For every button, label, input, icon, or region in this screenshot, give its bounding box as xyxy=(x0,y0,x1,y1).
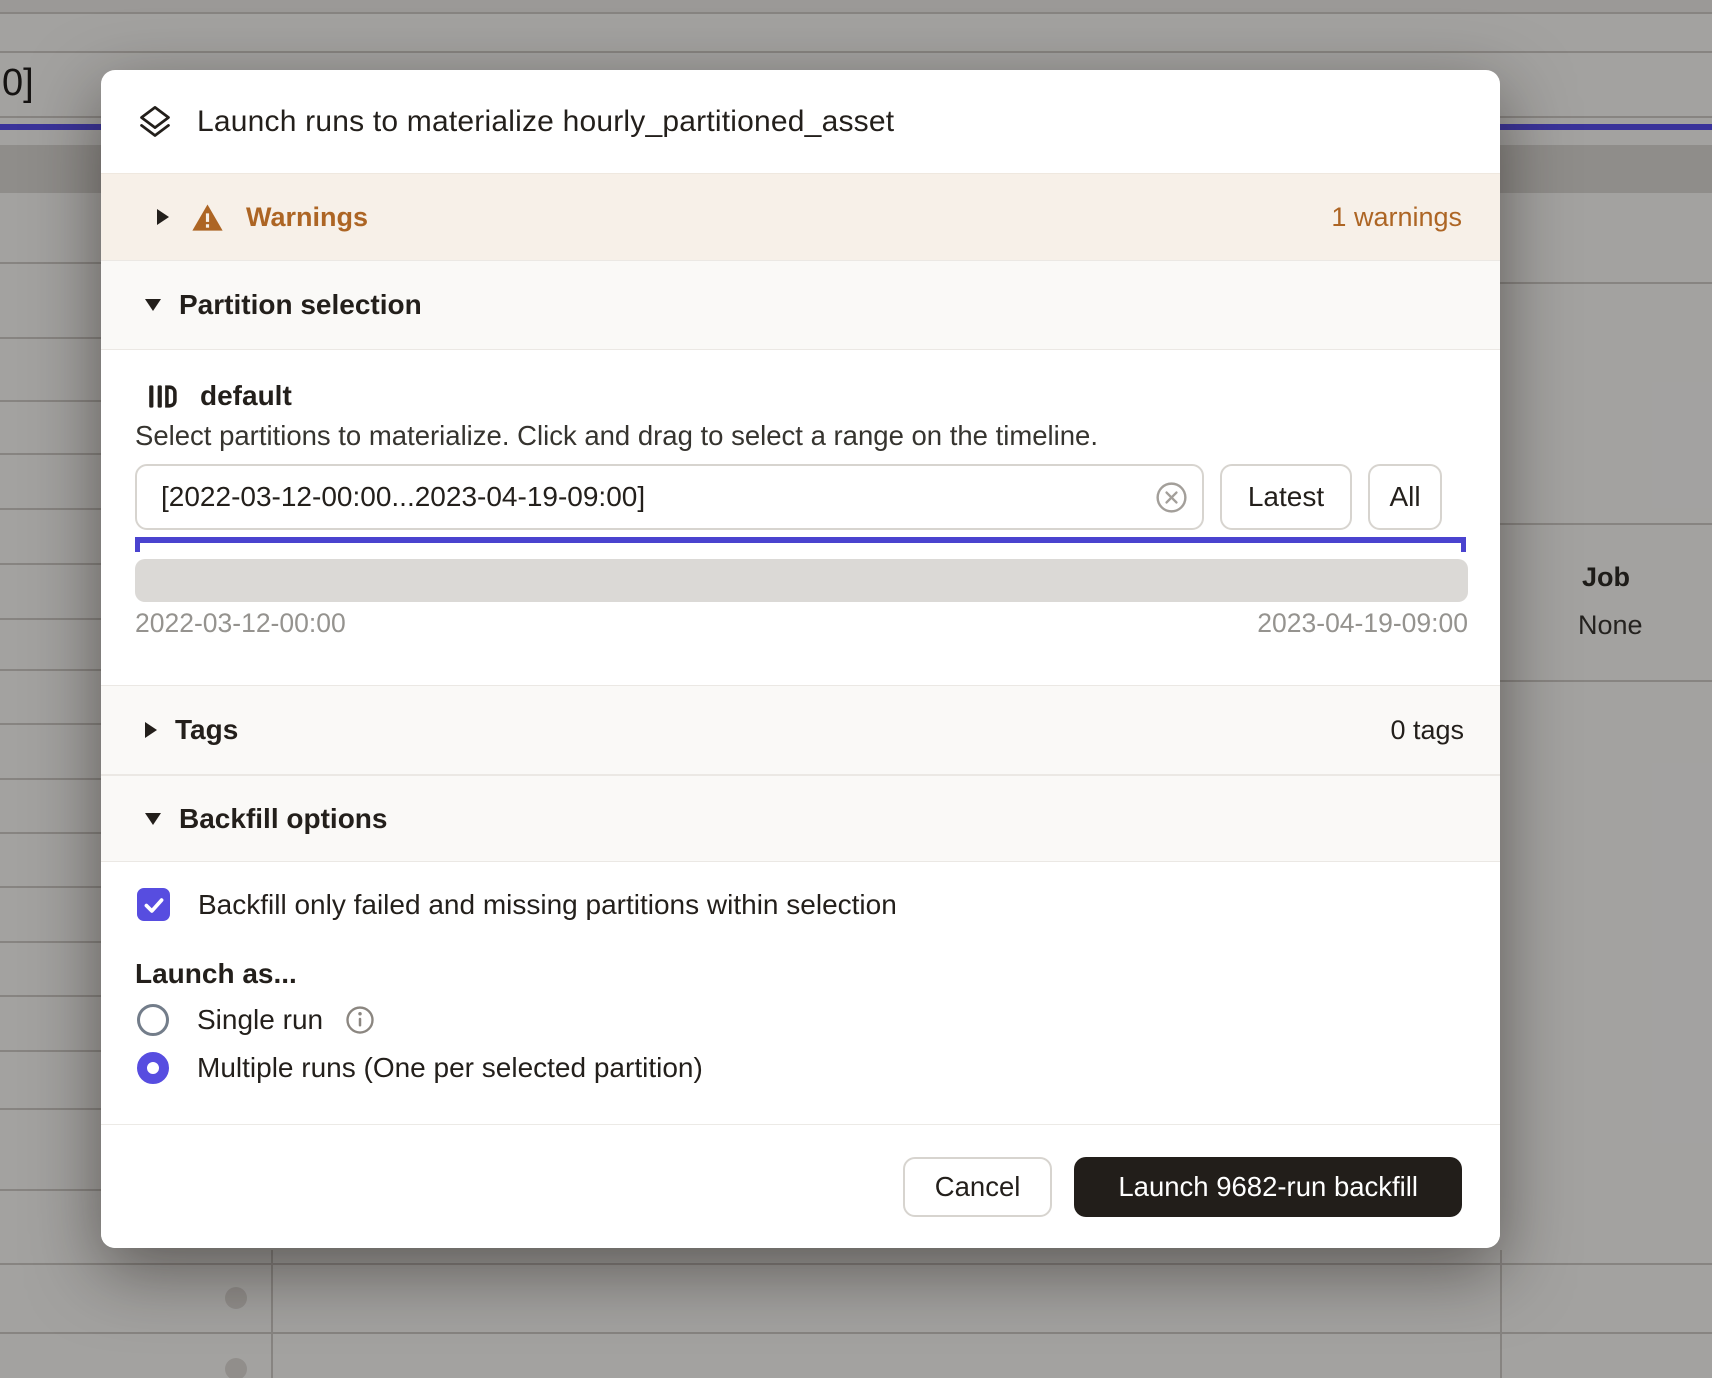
partition-input-wrap xyxy=(135,464,1204,530)
caret-down-icon xyxy=(145,299,161,311)
clear-input-icon[interactable] xyxy=(1155,481,1188,514)
dialog-titlebar: Launch runs to materialize hourly_partit… xyxy=(101,70,1500,173)
latest-button[interactable]: Latest xyxy=(1220,464,1352,530)
circle-info-icon[interactable] xyxy=(345,1005,375,1035)
partition-input-row: Latest All xyxy=(135,464,1442,530)
partition-section-body: default Select partitions to materialize… xyxy=(101,350,1500,685)
multiple-runs-radio[interactable] xyxy=(137,1052,169,1084)
partition-section-label: Partition selection xyxy=(179,289,422,321)
dialog-footer: Cancel Launch 9682-run backfill xyxy=(101,1124,1500,1248)
backfill-only-failed-checkbox[interactable] xyxy=(137,888,170,921)
single-run-label: Single run xyxy=(197,1004,323,1036)
single-run-radio[interactable] xyxy=(137,1004,169,1036)
warnings-label: Warnings xyxy=(246,202,368,233)
timeline-labels: 2022-03-12-00:00 2023-04-19-09:00 xyxy=(135,608,1468,639)
dimension-name: default xyxy=(200,380,292,412)
all-button[interactable]: All xyxy=(1368,464,1442,530)
multiple-runs-option-row: Multiple runs (One per selected partitio… xyxy=(137,1052,703,1084)
timeline-selection-bracket[interactable] xyxy=(135,537,1466,552)
launch-as-label: Launch as... xyxy=(135,958,297,990)
warnings-section-header[interactable]: Warnings 1 warnings xyxy=(101,173,1500,260)
range-start-label: 2022-03-12-00:00 xyxy=(135,608,346,639)
backfill-section-header[interactable]: Backfill options xyxy=(101,775,1500,862)
launch-backfill-dialog: Launch runs to materialize hourly_partit… xyxy=(101,70,1500,1248)
single-run-option-row: Single run xyxy=(137,1004,375,1036)
cancel-button[interactable]: Cancel xyxy=(903,1157,1053,1217)
backfill-section-body: Backfill only failed and missing partiti… xyxy=(101,862,1500,1124)
partition-range-input[interactable] xyxy=(135,464,1204,530)
screen: 0] Job None xyxy=(0,0,1712,1378)
dimension-row: default xyxy=(147,380,292,412)
multiple-runs-label: Multiple runs (One per selected partitio… xyxy=(197,1052,703,1084)
tags-count: 0 tags xyxy=(1390,715,1464,746)
backfill-section-label: Backfill options xyxy=(179,803,387,835)
partition-description: Select partitions to materialize. Click … xyxy=(135,420,1098,452)
materialize-layers-icon xyxy=(137,104,173,140)
dialog-title: Launch runs to materialize hourly_partit… xyxy=(197,105,894,139)
warning-triangle-icon xyxy=(191,202,224,233)
tags-section-header[interactable]: Tags 0 tags xyxy=(101,685,1500,775)
caret-right-icon xyxy=(157,209,169,225)
warnings-count: 1 warnings xyxy=(1331,202,1462,233)
partition-set-icon xyxy=(147,381,178,412)
timeline-bar[interactable] xyxy=(135,559,1468,602)
caret-down-icon xyxy=(145,813,161,825)
launch-backfill-button[interactable]: Launch 9682-run backfill xyxy=(1074,1157,1462,1217)
range-end-label: 2023-04-19-09:00 xyxy=(1257,608,1468,639)
caret-right-icon xyxy=(145,722,157,738)
partition-section-header[interactable]: Partition selection xyxy=(101,260,1500,350)
backfill-checkbox-label: Backfill only failed and missing partiti… xyxy=(198,889,897,921)
backfill-checkbox-row: Backfill only failed and missing partiti… xyxy=(137,888,897,921)
tags-section-label: Tags xyxy=(175,714,238,746)
